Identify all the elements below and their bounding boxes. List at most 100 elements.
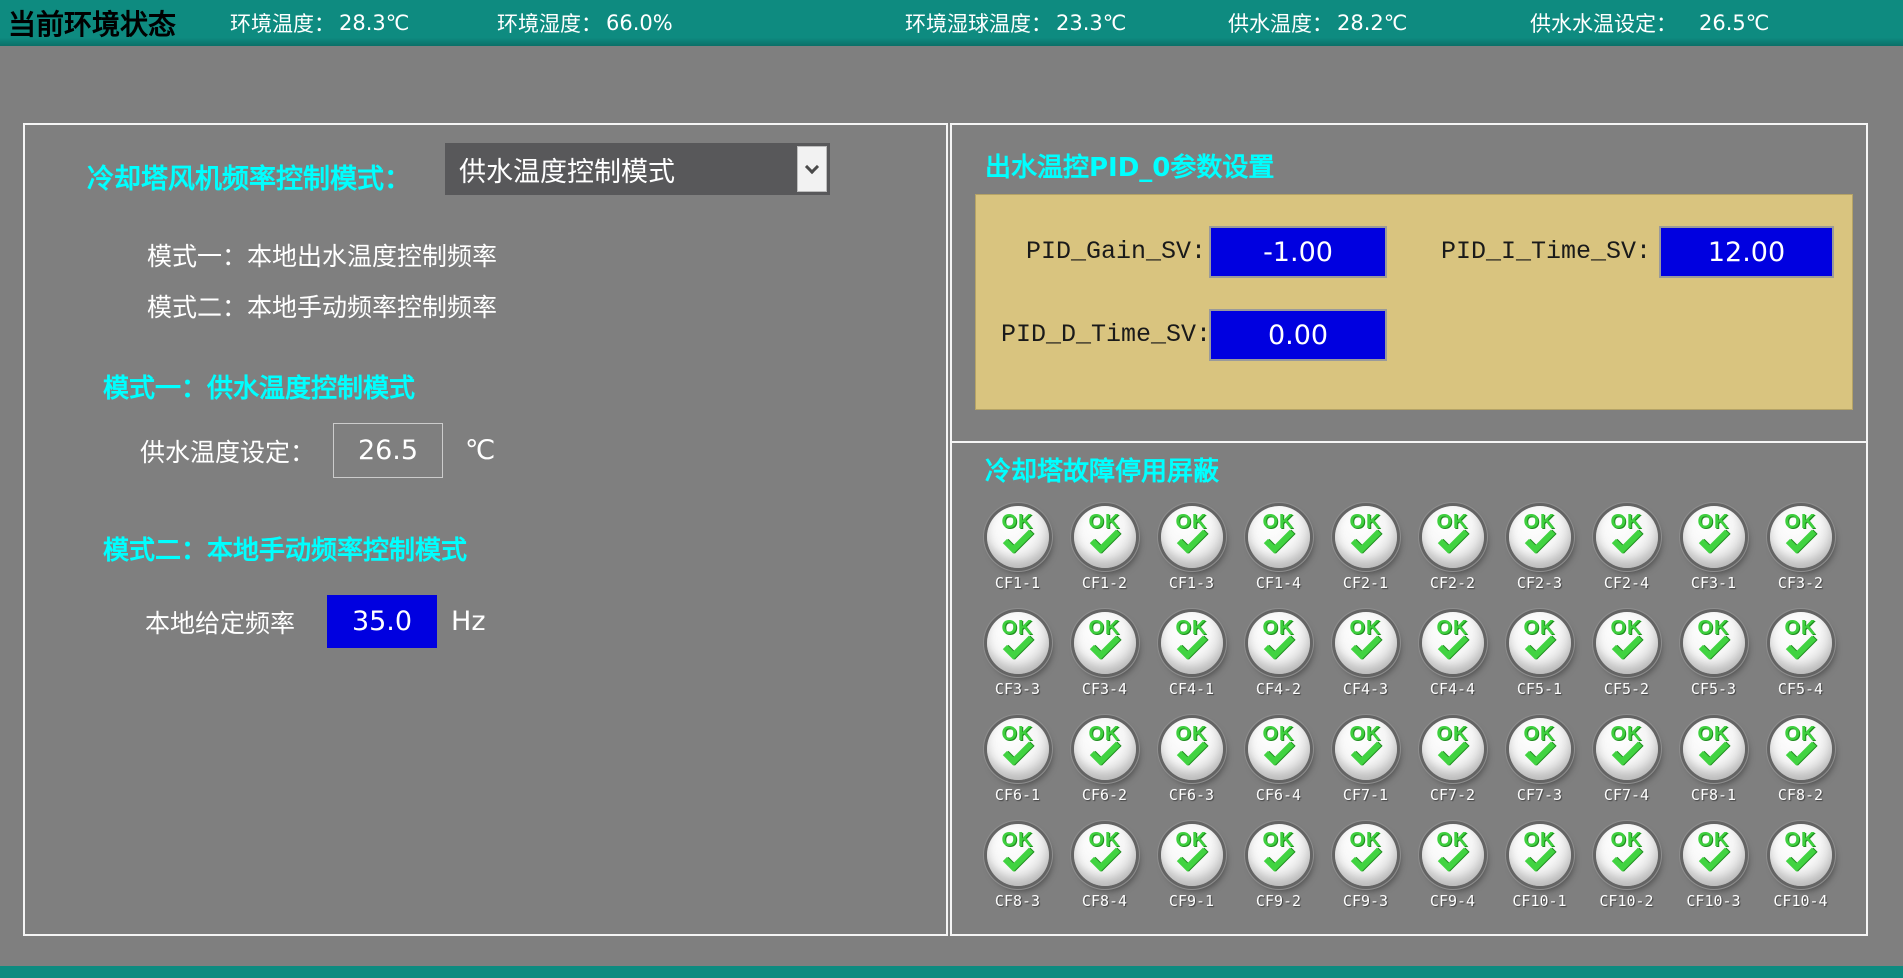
fault-mask-button-label: CF9-3	[1343, 892, 1388, 910]
fault-mask-button[interactable]: OK CF6-3	[1148, 715, 1235, 821]
fault-mask-button-label: CF4-2	[1256, 680, 1301, 698]
pid-dtime-label: PID_D_Time_SV:	[1001, 309, 1206, 361]
fault-mask-button[interactable]: OK CF5-1	[1496, 609, 1583, 715]
mode-select-value: 供水温度控制模式	[459, 150, 675, 189]
env-reading: 供水温度： 28.2℃	[1228, 0, 1407, 46]
fault-mask-button[interactable]: OK CF2-2	[1409, 503, 1496, 609]
supply-temp-row: 供水温度设定： 26.5 ℃	[140, 423, 495, 478]
fault-mask-button-label: CF6-3	[1169, 786, 1214, 804]
ok-icon: OK	[1248, 506, 1310, 568]
fault-mask-button[interactable]: OK CF7-3	[1496, 715, 1583, 821]
mode-select-dropdown[interactable]: 供水温度控制模式	[445, 143, 830, 195]
environment-status-bar: 当前环境状态 环境温度： 28.3℃ 环境湿度： 66.0% 环境湿球温度： 2…	[0, 0, 1903, 46]
fault-mask-button-label: CF2-1	[1343, 574, 1388, 592]
ok-icon: OK	[1770, 824, 1832, 886]
fault-mask-button[interactable]: OK CF2-1	[1322, 503, 1409, 609]
fault-mask-button[interactable]: OK CF9-3	[1322, 821, 1409, 927]
env-reading-label: 环境温度：	[230, 8, 335, 38]
ok-icon: OK	[1161, 824, 1223, 886]
supply-temp-label: 供水温度设定：	[140, 433, 315, 469]
fault-mask-button[interactable]: OK CF8-2	[1757, 715, 1844, 821]
fault-mask-button[interactable]: OK CF10-1	[1496, 821, 1583, 927]
fault-mask-button[interactable]: OK CF3-2	[1757, 503, 1844, 609]
fault-mask-button-label: CF8-2	[1778, 786, 1823, 804]
fault-mask-button-label: CF9-2	[1256, 892, 1301, 910]
fault-mask-button-grid: OK CF1-1 OK CF1-2 OK CF1-3	[974, 503, 1844, 927]
fault-mask-button[interactable]: OK CF7-1	[1322, 715, 1409, 821]
fault-mask-button[interactable]: OK CF7-4	[1583, 715, 1670, 821]
fault-mask-button[interactable]: OK CF9-1	[1148, 821, 1235, 927]
ok-icon: OK	[1422, 612, 1484, 674]
fault-mask-button[interactable]: OK CF2-3	[1496, 503, 1583, 609]
pid-parameter-box: PID_Gain_SV: -1.00 PID_I_Time_SV: 12.00 …	[975, 194, 1853, 410]
fault-mask-button[interactable]: OK CF3-4	[1061, 609, 1148, 715]
fault-mask-button-label: CF2-3	[1517, 574, 1562, 592]
fault-mask-button[interactable]: OK CF4-4	[1409, 609, 1496, 715]
fault-mask-button-label: CF6-1	[995, 786, 1040, 804]
fault-mask-button-label: CF4-1	[1169, 680, 1214, 698]
ok-icon: OK	[1509, 506, 1571, 568]
fault-mask-button-label: CF10-1	[1512, 892, 1566, 910]
fault-mask-button-label: CF3-3	[995, 680, 1040, 698]
fault-mask-button[interactable]: OK CF7-2	[1409, 715, 1496, 821]
fault-mask-button[interactable]: OK CF4-2	[1235, 609, 1322, 715]
ok-icon: OK	[1161, 612, 1223, 674]
fault-mask-button-label: CF6-4	[1256, 786, 1301, 804]
ok-icon: OK	[1422, 506, 1484, 568]
fault-mask-button[interactable]: OK CF9-2	[1235, 821, 1322, 927]
fault-mask-button[interactable]: OK CF3-1	[1670, 503, 1757, 609]
fault-mask-button-label: CF8-4	[1082, 892, 1127, 910]
ok-icon: OK	[987, 824, 1049, 886]
fault-mask-button[interactable]: OK CF8-1	[1670, 715, 1757, 821]
dropdown-arrow-button[interactable]	[797, 146, 827, 192]
fault-mask-button[interactable]: OK CF5-2	[1583, 609, 1670, 715]
fault-mask-button[interactable]: OK CF3-3	[974, 609, 1061, 715]
ok-icon: OK	[1161, 718, 1223, 780]
pid-itime-input[interactable]: 12.00	[1659, 226, 1834, 278]
fault-mask-button[interactable]: OK CF6-4	[1235, 715, 1322, 821]
pid-dtime-input[interactable]: 0.00	[1209, 309, 1387, 361]
local-freq-input[interactable]: 35.0	[327, 595, 437, 648]
ok-icon: OK	[1335, 506, 1397, 568]
fault-mask-button-label: CF3-1	[1691, 574, 1736, 592]
fault-mask-button[interactable]: OK CF1-3	[1148, 503, 1235, 609]
fault-mask-button[interactable]: OK CF10-4	[1757, 821, 1844, 927]
fault-mask-button-label: CF8-3	[995, 892, 1040, 910]
fault-mask-button[interactable]: OK CF9-4	[1409, 821, 1496, 927]
env-reading: 环境湿球温度： 23.3℃	[905, 0, 1126, 46]
pid-gain-input[interactable]: -1.00	[1209, 226, 1387, 278]
ok-icon: OK	[1596, 506, 1658, 568]
fault-mask-button[interactable]: OK CF4-1	[1148, 609, 1235, 715]
fault-mask-panel: 冷却塔故障停用屏蔽 OK CF1-1 OK CF1-2 OK	[950, 441, 1868, 936]
ok-icon: OK	[1596, 824, 1658, 886]
env-reading: 环境温度： 28.3℃	[230, 0, 409, 46]
fault-panel-title: 冷却塔故障停用屏蔽	[985, 451, 1219, 488]
ok-icon: OK	[1335, 718, 1397, 780]
ok-icon: OK	[1683, 612, 1745, 674]
supply-temp-input[interactable]: 26.5	[333, 423, 443, 478]
fault-mask-button[interactable]: OK CF5-3	[1670, 609, 1757, 715]
fault-mask-button[interactable]: OK CF8-3	[974, 821, 1061, 927]
fault-mask-button[interactable]: OK CF2-4	[1583, 503, 1670, 609]
fault-mask-button[interactable]: OK CF5-4	[1757, 609, 1844, 715]
fault-mask-button[interactable]: OK CF4-3	[1322, 609, 1409, 715]
env-reading-label: 供水温度：	[1228, 8, 1333, 38]
ok-icon: OK	[1770, 612, 1832, 674]
fault-mask-button[interactable]: OK CF10-2	[1583, 821, 1670, 927]
fault-mask-button[interactable]: OK CF6-2	[1061, 715, 1148, 821]
fault-mask-button-label: CF5-2	[1604, 680, 1649, 698]
fault-mask-button[interactable]: OK CF1-2	[1061, 503, 1148, 609]
ok-icon: OK	[1596, 612, 1658, 674]
fault-mask-button-label: CF10-2	[1599, 892, 1653, 910]
fault-mask-button-label: CF1-1	[995, 574, 1040, 592]
fault-mask-button[interactable]: OK CF1-1	[974, 503, 1061, 609]
fault-mask-button[interactable]: OK CF8-4	[1061, 821, 1148, 927]
fault-mask-button[interactable]: OK CF6-1	[974, 715, 1061, 821]
ok-icon: OK	[1248, 612, 1310, 674]
pid-gain-label: PID_Gain_SV:	[1016, 226, 1206, 278]
fault-mask-button[interactable]: OK CF10-3	[1670, 821, 1757, 927]
ok-icon: OK	[1596, 718, 1658, 780]
fault-mask-button[interactable]: OK CF1-4	[1235, 503, 1322, 609]
page-title: 当前环境状态	[8, 0, 176, 46]
env-reading-value: 26.5℃	[1699, 11, 1769, 35]
